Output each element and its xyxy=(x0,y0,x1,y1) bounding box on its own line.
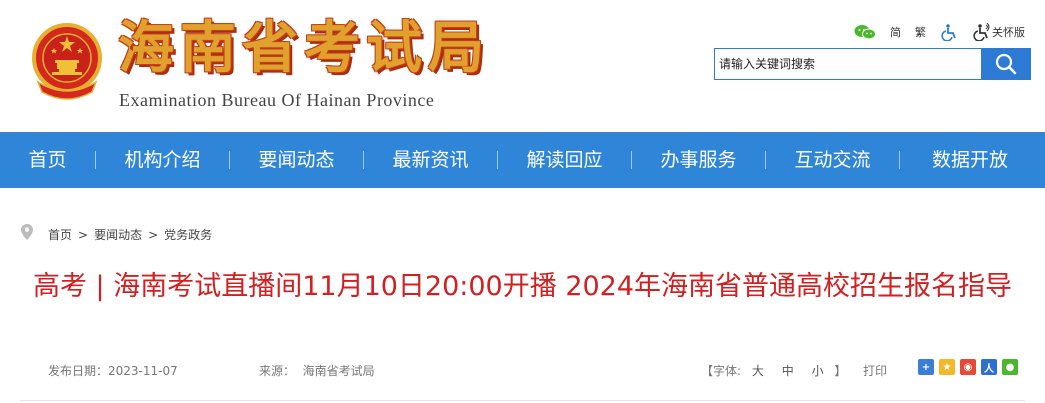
font-size-close: 】 xyxy=(834,364,847,378)
publish-date-value: 2023-11-07 xyxy=(108,364,178,378)
share-wechat-icon[interactable]: ● xyxy=(1002,359,1018,375)
search-button[interactable] xyxy=(981,48,1031,80)
site-header: 海南省考试局 Examination Bureau Of Hainan Prov… xyxy=(0,0,1045,132)
share-renren-icon[interactable]: 人 xyxy=(981,359,997,375)
search-icon xyxy=(995,53,1017,75)
breadcrumb-separator: > xyxy=(78,227,89,242)
simplified-chinese-button[interactable]: 简 xyxy=(890,24,901,40)
site-title: 海南省考试局 xyxy=(118,16,490,81)
share-weibo-icon[interactable]: ◉ xyxy=(960,359,976,375)
nav-open-data[interactable]: 数据开放 xyxy=(900,132,1040,188)
main-nav: 首页 机构介绍 要闻动态 最新资讯 解读回应 办事服务 互动交流 数据开放 xyxy=(0,132,1045,188)
wechat-icon xyxy=(854,25,876,40)
nav-about[interactable]: 机构介绍 xyxy=(96,132,229,188)
accessibility-icon xyxy=(973,23,990,41)
font-small-button[interactable]: 小 xyxy=(812,364,824,378)
site-subtitle: Examination Bureau Of Hainan Province xyxy=(119,90,435,110)
nav-latest[interactable]: 最新资讯 xyxy=(364,132,497,188)
nav-home[interactable]: 首页 xyxy=(0,132,95,188)
breadcrumb: 首页 > 要闻动态 > 党务政务 xyxy=(20,223,212,243)
nav-interpretation[interactable]: 解读回应 xyxy=(498,132,631,188)
care-mode-label: 关怀版 xyxy=(992,26,1025,39)
breadcrumb-separator: > xyxy=(148,227,159,242)
article-meta: 发布日期：2023-11-07 来源： 海南省考试局 【字体: 大 中 小 】 … xyxy=(20,358,1025,382)
breadcrumb-party-affairs[interactable]: 党务政务 xyxy=(164,226,212,243)
share-more-icon[interactable]: + xyxy=(918,359,934,375)
source-label: 来源： xyxy=(259,364,296,378)
header-tools: 简 繁 关怀版 xyxy=(854,22,1025,42)
breadcrumb-home[interactable]: 首页 xyxy=(48,226,72,243)
nav-interaction[interactable]: 互动交流 xyxy=(766,132,899,188)
font-size-open: 【字体: xyxy=(701,364,742,378)
care-mode-button[interactable]: 关怀版 xyxy=(972,23,1025,41)
search-input[interactable]: 请输入关键词搜索 xyxy=(714,48,982,80)
share-bar: + ★ ◉ 人 ● xyxy=(918,359,1018,375)
font-medium-button[interactable]: 中 xyxy=(782,364,794,378)
article-title: 高考 | 海南考试直播间11月10日20:00开播 2024年海南省普通高校招生… xyxy=(32,271,1013,302)
divider xyxy=(20,400,1025,401)
publish-date-label: 发布日期： xyxy=(48,364,109,378)
wheelchair-icon xyxy=(941,24,956,41)
traditional-chinese-button[interactable]: 繁 xyxy=(915,24,926,40)
print-button[interactable]: 打印 xyxy=(863,362,887,379)
breadcrumb-news[interactable]: 要闻动态 xyxy=(94,226,142,243)
source-value: 海南省考试局 xyxy=(302,364,375,378)
article-area: 首页 > 要闻动态 > 党务政务 高考 | 海南考试直播间11月10日20:00… xyxy=(20,188,1025,403)
national-emblem-icon xyxy=(32,23,102,100)
publish-date: 发布日期：2023-11-07 xyxy=(48,362,178,379)
accessibility-button[interactable] xyxy=(940,23,958,41)
article-source: 来源： 海南省考试局 xyxy=(259,362,375,379)
share-qzone-icon[interactable]: ★ xyxy=(939,359,955,375)
font-size-control: 【字体: 大 中 小 】 xyxy=(701,362,846,379)
wechat-button[interactable] xyxy=(854,24,876,40)
location-pin-icon xyxy=(21,223,33,240)
nav-news[interactable]: 要闻动态 xyxy=(230,132,363,188)
font-large-button[interactable]: 大 xyxy=(752,364,764,378)
nav-services[interactable]: 办事服务 xyxy=(632,132,765,188)
